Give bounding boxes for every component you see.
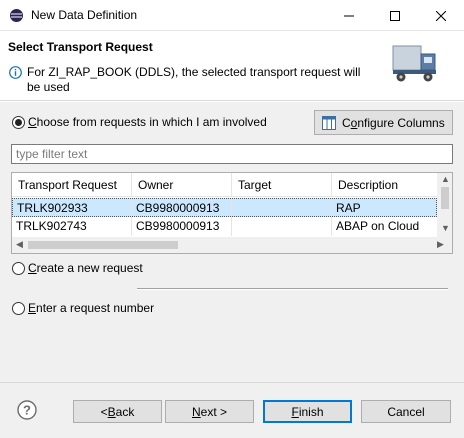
column-header-description[interactable]: Description: [332, 173, 437, 197]
table-row[interactable]: TRLK902743 CB9980000913 ABAP on Cloud: [12, 217, 437, 236]
cell-owner: CB9980000913: [132, 217, 232, 236]
column-header-owner[interactable]: Owner: [132, 173, 232, 197]
info-icon: [9, 66, 22, 79]
maximize-button[interactable]: [372, 0, 418, 31]
help-icon[interactable]: ?: [17, 400, 37, 420]
radio-enter-label[interactable]: Enter a request number: [28, 301, 154, 315]
table-row[interactable]: TRLK902933 CB9980000913 RAP: [12, 198, 437, 218]
configure-columns-label: Configure Columns: [342, 116, 445, 130]
radio-create-request[interactable]: [12, 262, 25, 275]
minimize-icon: [344, 15, 354, 16]
radio-involved-requests[interactable]: [12, 116, 25, 129]
header-message: For ZI_RAP_BOOK (DDLS), the selected tra…: [27, 65, 361, 94]
wizard-body: Choose from requests in which I am invol…: [0, 102, 464, 438]
radio-enter-request-number[interactable]: [12, 302, 25, 315]
page-title: Select Transport Request: [8, 40, 153, 54]
scroll-right-icon[interactable]: ▶: [437, 239, 444, 250]
scroll-left-icon[interactable]: ◀: [16, 239, 23, 250]
cell-description: ABAP on Cloud: [336, 219, 420, 233]
transport-request-table: Transport Request Owner Target Descripti…: [11, 172, 453, 254]
next-button[interactable]: Next >: [165, 400, 254, 423]
radio-involved-label[interactable]: Choose from requests in which I am invol…: [28, 115, 267, 129]
cell-target: [232, 199, 332, 218]
title-bar: New Data Definition: [0, 0, 464, 31]
cancel-button[interactable]: Cancel: [361, 400, 451, 423]
vertical-scroll-thumb[interactable]: [441, 187, 449, 209]
cell-transport-request: TRLK902933: [13, 199, 132, 218]
cell-description: RAP: [336, 201, 361, 215]
close-icon: [436, 10, 446, 21]
transport-truck-icon: [392, 45, 436, 82]
back-button[interactable]: < Back: [73, 400, 162, 423]
close-button[interactable]: [418, 0, 464, 31]
column-header-target[interactable]: Target: [232, 173, 332, 197]
filter-input[interactable]: [11, 144, 453, 164]
maximize-icon: [390, 10, 400, 21]
wizard-header: Select Transport Request For ZI_RAP_BOOK…: [0, 31, 464, 101]
cell-owner: CB9980000913: [132, 199, 232, 218]
window-title: New Data Definition: [31, 8, 138, 22]
cell-target: [232, 217, 332, 236]
horizontal-scroll-thumb[interactable]: [28, 241, 178, 249]
column-header-transport-request[interactable]: Transport Request: [12, 173, 132, 197]
button-bar-separator: [0, 382, 464, 383]
svg-text:?: ?: [23, 403, 31, 418]
horizontal-scrollbar[interactable]: ◀ ▶: [12, 237, 452, 253]
table-columns-icon: [322, 116, 336, 130]
configure-columns-button[interactable]: Configure Columns: [314, 110, 453, 135]
scroll-down-icon[interactable]: ▼: [441, 223, 450, 233]
create-request-separator: [137, 288, 448, 290]
radio-create-label[interactable]: Create a new request: [28, 261, 143, 275]
table-header: Transport Request Owner Target Descripti…: [12, 173, 437, 197]
scroll-up-icon[interactable]: ▲: [441, 174, 450, 184]
cell-transport-request: TRLK902743: [12, 217, 132, 236]
finish-button[interactable]: Finish: [263, 400, 352, 423]
minimize-button[interactable]: [326, 0, 372, 31]
vertical-scrollbar[interactable]: ▲ ▼: [437, 173, 452, 237]
eclipse-app-icon: [10, 9, 23, 22]
